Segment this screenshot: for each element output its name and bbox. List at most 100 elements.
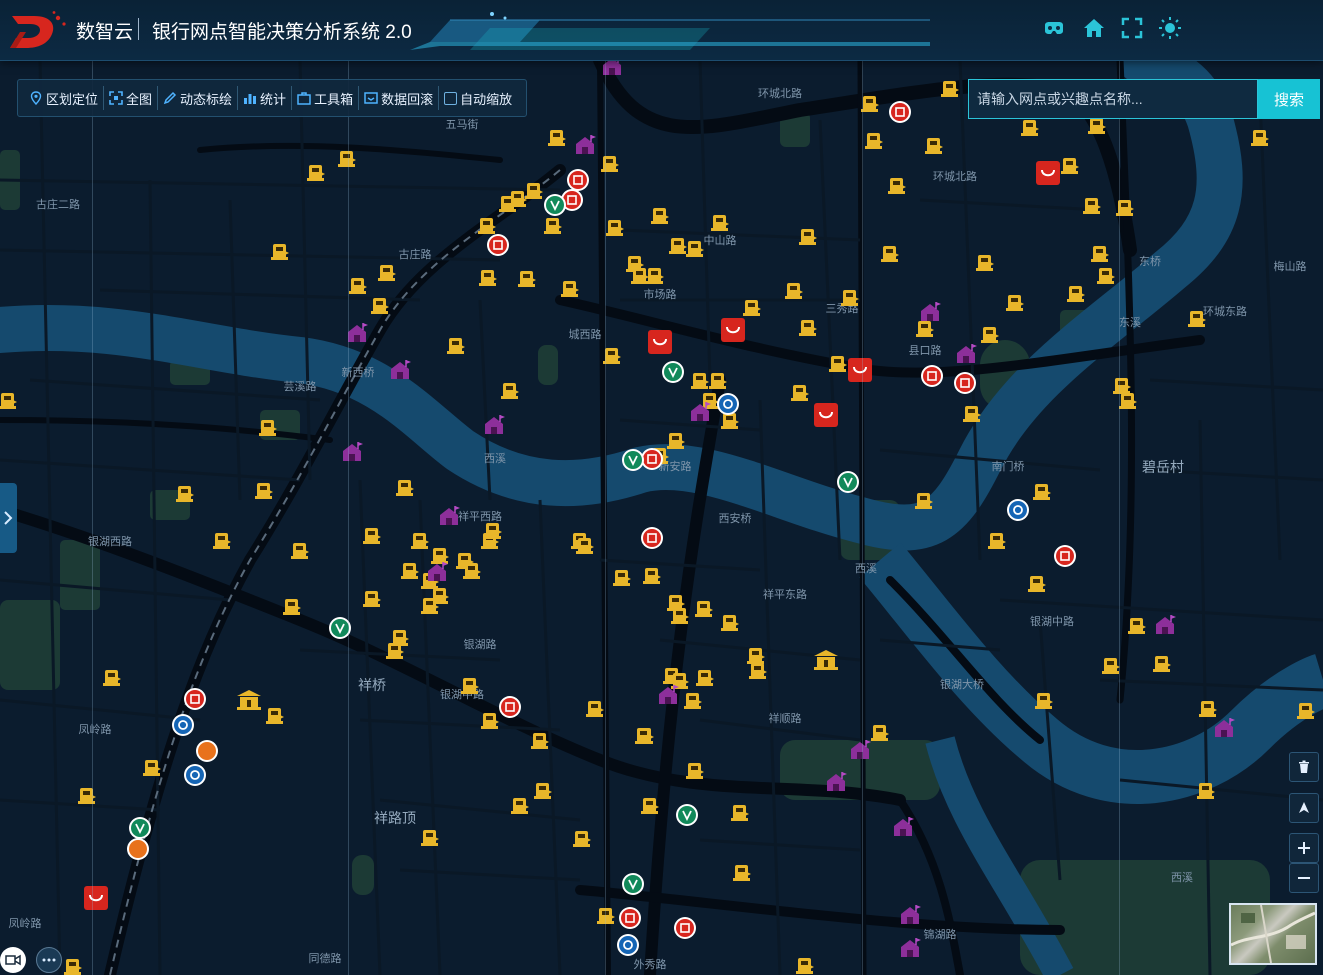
bank-icon[interactable]	[184, 764, 206, 786]
street-label: 西溪	[855, 562, 877, 575]
chevron-right-icon	[4, 511, 13, 525]
bank-local-icon[interactable]	[127, 838, 149, 860]
street-label: 银湖西路	[88, 534, 132, 548]
tool-label: 自动缩放	[460, 91, 513, 107]
bank-ccb-icon[interactable]	[717, 393, 739, 415]
bank-boc-icon[interactable]	[487, 234, 509, 256]
bank-icon[interactable]	[617, 934, 639, 956]
bank-abc-icon[interactable]	[662, 361, 684, 383]
bank-icon[interactable]	[674, 917, 696, 939]
street-label: 环城东路	[1203, 305, 1247, 318]
street-label: 祥平西路	[458, 509, 502, 523]
clear-button[interactable]	[1289, 752, 1319, 782]
grid-line	[605, 60, 606, 975]
bank-icon[interactable]	[954, 372, 976, 394]
market-icon[interactable]	[648, 330, 672, 354]
street-label: 环城北路	[933, 170, 977, 183]
bank-abc-icon[interactable]	[837, 471, 859, 493]
zoom-in-button[interactable]	[1289, 833, 1319, 863]
zoom-in-icon	[1298, 842, 1310, 854]
stats-icon	[244, 94, 257, 104]
street-label: 祥平东路	[763, 587, 807, 601]
tool-toolbox[interactable]: 工具箱	[291, 86, 358, 110]
tool-label: 工具箱	[314, 91, 354, 107]
mall-icon[interactable]	[848, 358, 872, 382]
street-label: 银湖大桥	[940, 677, 984, 691]
theme-sun-icon[interactable]	[1158, 16, 1182, 40]
bank-icbc-icon[interactable]	[619, 907, 641, 929]
rollback-icon	[364, 92, 378, 104]
bank-local-icon[interactable]	[196, 740, 218, 762]
street-label: 西安桥	[719, 511, 752, 525]
satellite-minimap[interactable]	[1229, 903, 1317, 965]
bank-abc-icon[interactable]	[544, 194, 566, 216]
street-label: 同德路	[309, 951, 342, 965]
tool-dynamic-draw[interactable]: 动态标绘	[157, 86, 237, 110]
header-decoration	[410, 12, 930, 50]
compass-button[interactable]	[1289, 793, 1319, 823]
bank-abc-icon[interactable]	[676, 804, 698, 826]
search-input[interactable]	[968, 79, 1258, 119]
street-label: 银湖中路	[1030, 614, 1074, 628]
full-extent-icon	[109, 91, 123, 105]
shop-icon[interactable]	[889, 101, 911, 123]
bank-abc-icon[interactable]	[622, 873, 644, 895]
tool-label: 统计	[260, 91, 287, 107]
street-label: 中山路	[704, 234, 737, 247]
street-label: 东桥	[1139, 255, 1161, 268]
tool-full-extent[interactable]: 全图	[103, 86, 157, 110]
location-pin-icon	[30, 91, 42, 105]
bank-icon[interactable]	[499, 696, 521, 718]
street-label: 外秀路	[634, 958, 667, 971]
tool-region-locate[interactable]: 区划定位	[24, 86, 103, 110]
home-icon[interactable]	[1082, 16, 1106, 40]
mall-icon[interactable]	[721, 318, 745, 342]
street-label: 新西桥	[342, 365, 375, 379]
street-label: 古庄二路	[36, 197, 80, 211]
bank-icbc-icon[interactable]	[567, 169, 589, 191]
bank-abc-icon[interactable]	[129, 817, 151, 839]
tool-data-rollback[interactable]: 数据回滚	[358, 86, 438, 110]
street-label: 环城北路	[758, 87, 802, 100]
brand-name: 数智云	[76, 22, 134, 43]
bank-abc-icon[interactable]	[622, 449, 644, 471]
mall-icon[interactable]	[814, 403, 838, 427]
bank-icbc-icon[interactable]	[1054, 545, 1076, 567]
bank-boc-icon[interactable]	[921, 365, 943, 387]
tool-statistics[interactable]: 统计	[237, 86, 291, 110]
bank-icon[interactable]	[172, 714, 194, 736]
bank-icon[interactable]	[1007, 499, 1029, 521]
fullscreen-icon[interactable]	[1120, 16, 1144, 40]
vr-icon[interactable]	[1042, 16, 1066, 40]
mall-icon[interactable]	[84, 886, 108, 910]
zoom-out-button[interactable]	[1289, 863, 1319, 893]
street-label: 古庄路	[399, 247, 432, 261]
left-panel-toggle[interactable]	[0, 483, 17, 553]
street-label: 南门桥	[992, 459, 1025, 473]
grid-line	[862, 60, 863, 975]
metro-icon[interactable]	[184, 688, 206, 710]
more-button[interactable]	[36, 947, 62, 973]
street-label: 锦湖路	[924, 927, 957, 941]
street-label: 西溪	[1171, 871, 1193, 884]
mall-icon[interactable]	[1036, 161, 1060, 185]
street-label: 梅山路	[1274, 259, 1307, 273]
street-label: 芸溪路	[284, 380, 317, 393]
street-label: 县口路	[909, 344, 942, 357]
video-icon	[5, 954, 21, 966]
map-toolbar: 区划定位 全图 动态标绘 统计 工具箱 数据回滚 自动缩放	[17, 79, 527, 117]
search-button[interactable]: 搜索	[1258, 79, 1320, 119]
tool-auto-zoom[interactable]: 自动缩放	[438, 86, 517, 110]
title-separator	[138, 18, 139, 40]
tool-label: 区划定位	[46, 91, 99, 107]
system-title: 银行网点智能决策分析系统 2.0	[152, 22, 412, 43]
grid-line	[1119, 60, 1120, 975]
bank-citic-icon[interactable]	[641, 527, 663, 549]
street-label: 东溪	[1119, 316, 1141, 329]
video-button[interactable]	[0, 947, 26, 973]
street-label: 祥桥	[358, 677, 386, 693]
checkbox-icon[interactable]	[444, 91, 458, 105]
map-canvas[interactable]: 环城北路五马街古庄二路古庄路中山路市场路城西路新西桥芸溪路西溪银湖西路祥平西路祥…	[0, 0, 1323, 975]
bank-icbc-icon[interactable]	[641, 448, 663, 470]
street-label: 凤岭路	[79, 722, 112, 736]
